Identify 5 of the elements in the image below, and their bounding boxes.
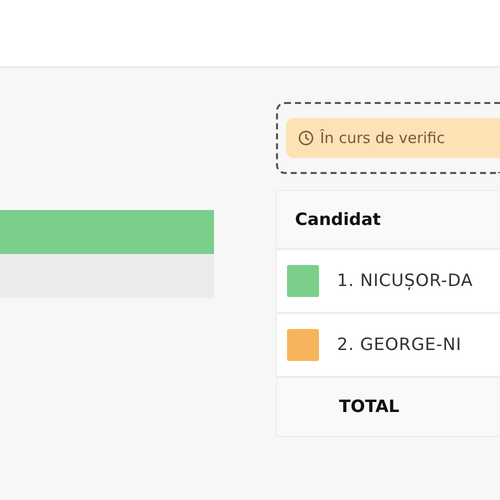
status-badge: În curs de verific: [286, 118, 500, 158]
candidate-name: 2. GEORGE-NI: [337, 335, 462, 355]
column-header: Candidat: [277, 191, 500, 250]
candidate-name: 1. NICUȘOR-DA: [337, 271, 474, 291]
total-label: TOTAL: [277, 378, 500, 436]
